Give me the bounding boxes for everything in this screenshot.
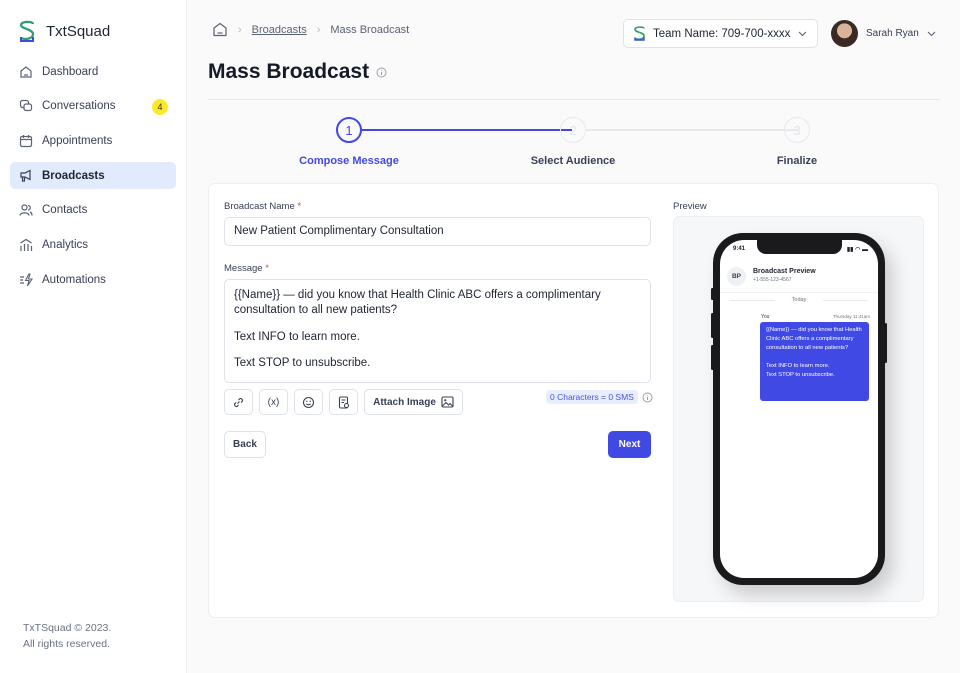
template-icon: [338, 395, 349, 409]
back-button[interactable]: Back: [224, 431, 266, 458]
message-line: Text STOP to unsubscribe.: [234, 357, 371, 369]
character-count: 0 Characters = 0 SMS: [546, 390, 638, 404]
sms-counter: 0 Characters = 0 SMS: [546, 390, 653, 404]
message-textarea[interactable]: {{Name}} — did you know that Health Clin…: [224, 279, 651, 383]
insert-variable-button[interactable]: (x): [259, 389, 288, 415]
broadcast-name-label: Broadcast Name *: [224, 201, 302, 212]
team-name: Team Name: 709-700-xxxx: [653, 27, 791, 40]
sidebar-item-label: Contacts: [42, 204, 88, 217]
automation-icon: [20, 273, 33, 286]
team-selector[interactable]: Team Name: 709-700-xxxx: [623, 19, 818, 48]
contact-number: +1-555-123-4567: [753, 277, 792, 283]
avatar: [831, 20, 858, 47]
sidebar-item-automations[interactable]: Automations: [10, 266, 176, 293]
stepper: 1 2 3 Compose Message Select Audience Fi…: [208, 115, 940, 175]
sidebar-item-label: Appointments: [42, 134, 113, 147]
home-icon: [20, 65, 32, 78]
step-2-label: Select Audience: [530, 155, 616, 167]
image-icon: [441, 396, 454, 408]
app-name: TxtSquad: [46, 22, 111, 40]
phone-notch: [757, 240, 842, 254]
contact-name: Broadcast Preview: [753, 268, 816, 275]
copyright: TxTSquad © 2023. All rights reserved.: [23, 620, 111, 652]
info-icon[interactable]: [376, 67, 387, 78]
sidebar-nav: Dashboard Conversations 4 Appointments B…: [10, 58, 176, 301]
message-timestamp: Thursday 11:41am: [832, 314, 870, 319]
message-line: Text INFO to learn more.: [234, 330, 360, 343]
message-label: Message *: [224, 263, 269, 274]
analytics-icon: [20, 238, 33, 251]
step-1-label: Compose Message: [299, 155, 399, 167]
sidebar-item-contacts[interactable]: Contacts: [10, 197, 176, 224]
page-title-row: Mass Broadcast: [208, 60, 387, 84]
sidebar-item-appointments[interactable]: Appointments: [10, 127, 176, 154]
message-bubble: {{Name}} — did you know that Health Clin…: [760, 322, 869, 401]
phone-mockup: 9:41 ▮▮ ◠ ▬ BP Broadcast Preview +1-555-…: [711, 233, 887, 585]
chevron-down-icon: [798, 31, 807, 36]
step-3-circle[interactable]: 3: [784, 117, 810, 143]
bubble-line: Text INFO to learn more.: [766, 363, 830, 369]
contact-avatar: BP: [727, 267, 746, 286]
bubble-line: Text STOP to unsubscribe.: [766, 372, 835, 378]
insert-link-button[interactable]: [224, 389, 253, 415]
sender-label: You: [761, 314, 770, 320]
insert-emoji-button[interactable]: [294, 389, 323, 415]
variable-icon: (x): [267, 396, 280, 408]
phone-screen: 9:41 ▮▮ ◠ ▬ BP Broadcast Preview +1-555-…: [720, 240, 878, 578]
info-icon[interactable]: [642, 392, 653, 403]
chevron-down-icon: [927, 31, 936, 36]
title-divider: [208, 99, 940, 100]
signal-wifi-battery-icon: ▮▮ ◠ ▬: [846, 247, 868, 253]
step-3-label: Finalize: [776, 155, 818, 167]
day-divider: Today: [730, 297, 868, 303]
step-connector-pending: [586, 129, 797, 131]
calendar-icon: [19, 134, 33, 147]
status-time: 9:41: [733, 246, 746, 252]
breadcrumb-current: Mass Broadcast: [330, 23, 410, 36]
link-icon: [233, 397, 244, 407]
sidebar: TxtSquad Dashboard Conversations 4 Appoi…: [0, 0, 187, 673]
users-icon: [19, 204, 33, 216]
sidebar-item-label: Automations: [42, 273, 106, 286]
txtsquad-logo-icon: [19, 20, 35, 42]
megaphone-icon: [20, 169, 31, 182]
logo[interactable]: TxtSquad: [18, 20, 110, 42]
step-2-circle[interactable]: 2: [560, 117, 586, 143]
next-button[interactable]: Next: [608, 431, 651, 458]
home-icon[interactable]: [212, 22, 228, 37]
rights-line: All rights reserved.: [23, 638, 110, 650]
preview-label: Preview: [673, 201, 707, 212]
compose-card: Broadcast Name * New Patient Complimenta…: [208, 183, 939, 618]
chevron-right-icon: ›: [316, 23, 321, 36]
sidebar-item-label: Broadcasts: [42, 169, 105, 182]
sidebar-item-analytics[interactable]: Analytics: [10, 231, 176, 258]
copyright-line: TxTSquad © 2023.: [23, 622, 112, 634]
preview-panel: 9:41 ▮▮ ◠ ▬ BP Broadcast Preview +1-555-…: [673, 216, 924, 602]
breadcrumb-broadcasts-link[interactable]: Broadcasts: [252, 24, 307, 36]
insert-template-button[interactable]: [329, 389, 358, 415]
page-title: Mass Broadcast: [208, 60, 370, 83]
broadcast-name-input[interactable]: New Patient Complimentary Consultation: [224, 217, 651, 246]
chevron-right-icon: ›: [238, 23, 242, 36]
sidebar-item-label: Dashboard: [42, 65, 99, 78]
step-1-circle[interactable]: 1: [336, 117, 362, 143]
sidebar-item-broadcasts[interactable]: Broadcasts: [10, 162, 176, 190]
breadcrumb: › Broadcasts › Mass Broadcast: [212, 22, 409, 37]
sidebar-item-conversations[interactable]: Conversations 4: [10, 93, 176, 120]
chat-icon: [19, 100, 33, 112]
attach-image-label: Attach Image: [373, 396, 436, 408]
attach-image-button[interactable]: Attach Image: [364, 389, 463, 415]
bubble-line: {{Name}} — did you know that Health Clin…: [766, 327, 862, 351]
emoji-icon: [302, 396, 315, 408]
user-menu[interactable]: Sarah Ryan: [831, 20, 936, 47]
chat-header: BP Broadcast Preview +1-555-123-4567: [720, 260, 878, 293]
sidebar-item-dashboard[interactable]: Dashboard: [10, 58, 176, 85]
unread-badge: 4: [152, 98, 168, 115]
user-name: Sarah Ryan: [866, 28, 919, 39]
team-logo-icon: [634, 26, 645, 41]
sidebar-item-label: Analytics: [42, 238, 89, 251]
sidebar-item-label: Conversations: [42, 100, 116, 113]
step-connector-complete: [362, 129, 572, 131]
message-line: {{Name}} — did you know that Health Clin…: [234, 289, 601, 316]
